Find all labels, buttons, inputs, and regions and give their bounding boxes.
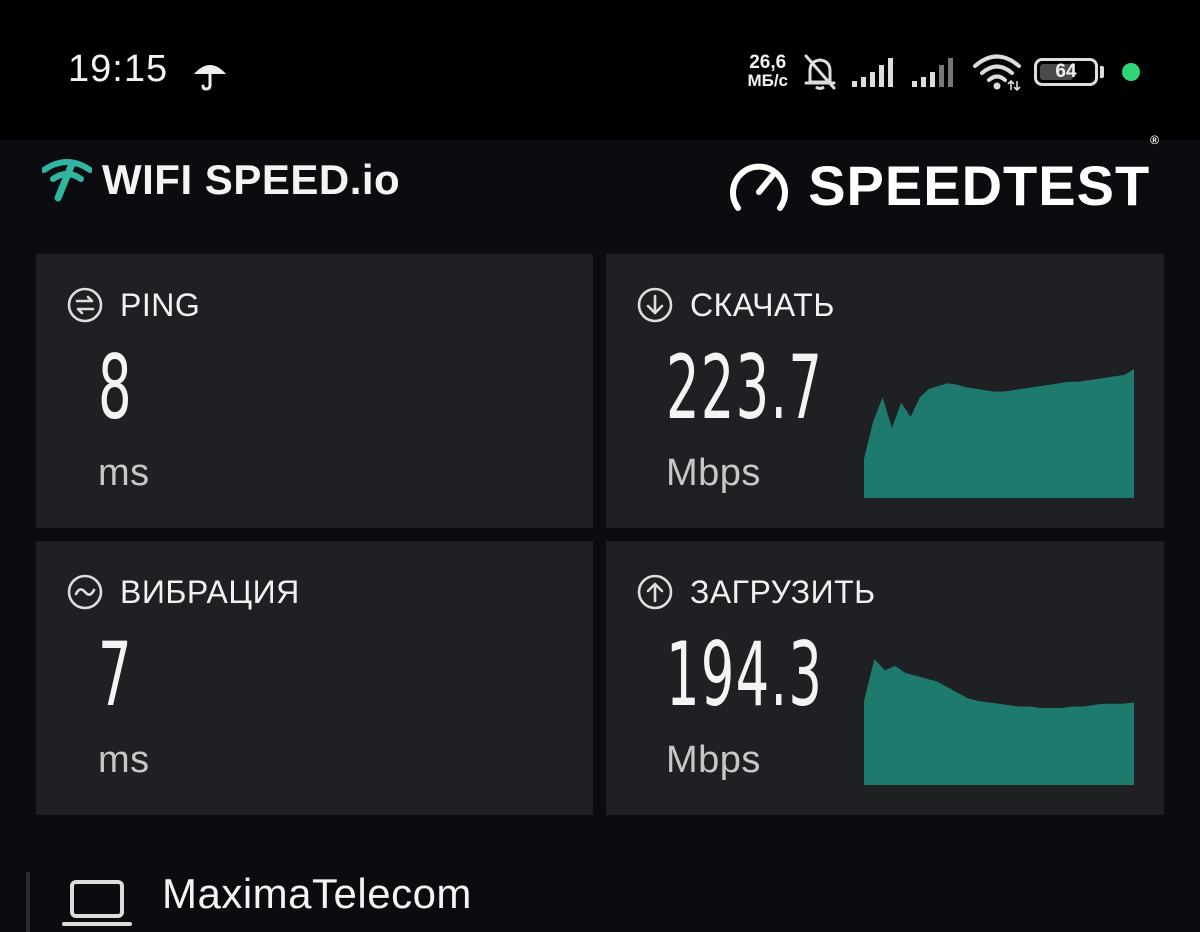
jitter-card: ВИБРАЦИЯ 7 ms bbox=[36, 541, 593, 815]
jitter-value: 7 bbox=[98, 623, 133, 726]
status-dot bbox=[1122, 63, 1140, 81]
jitter-label: ВИБРАЦИЯ bbox=[120, 573, 300, 610]
wifi-brand-text: WIFI SPEED.io bbox=[102, 156, 401, 203]
upload-card: ЗАГРУЗИТЬ 194.3 Mbps bbox=[606, 541, 1164, 815]
battery-icon: 64 bbox=[1034, 58, 1098, 86]
network-speed-value: 26,6 bbox=[749, 52, 787, 73]
speedtest-brand-text: SPEEDTEST ® bbox=[808, 133, 1160, 218]
upload-graph-area bbox=[864, 659, 1134, 785]
ping-label: PING bbox=[120, 286, 201, 323]
upload-value: 194.3 bbox=[666, 623, 824, 726]
upload-unit: Mbps bbox=[666, 739, 761, 781]
signal-icon bbox=[912, 58, 953, 87]
jitter-unit: ms bbox=[98, 739, 150, 781]
bell-muted-icon bbox=[804, 54, 836, 90]
download-card: СКАЧАТЬ 223.7 Mbps bbox=[606, 254, 1164, 528]
ping-card: PING 8 ms bbox=[36, 254, 593, 528]
signal-icon bbox=[852, 58, 893, 87]
speedtest-logo: SPEEDTEST ® bbox=[728, 133, 1160, 220]
upload-speed-graph bbox=[864, 659, 1134, 785]
speedtest-brand-word: SPEEDTEST bbox=[808, 153, 1151, 217]
download-label: СКАЧАТЬ bbox=[690, 286, 835, 323]
wifi-speed-logo: WIFI SPEED.io bbox=[42, 150, 400, 210]
network-speed-indicator: 26,6 МБ/с bbox=[747, 52, 788, 90]
download-header: СКАЧАТЬ bbox=[636, 286, 835, 324]
speedometer-icon bbox=[730, 163, 789, 211]
upload-header: ЗАГРУЗИТЬ bbox=[636, 573, 876, 611]
download-unit: Mbps bbox=[666, 452, 761, 494]
upload-label: ЗАГРУЗИТЬ bbox=[690, 573, 876, 610]
ping-header: PING bbox=[66, 286, 200, 324]
scroll-indicator bbox=[26, 872, 30, 932]
status-icons: 26,6 МБ/с 64 bbox=[747, 50, 1140, 94]
battery-nub bbox=[1100, 66, 1104, 78]
status-bar: 19:15 26,6 МБ/с 64 bbox=[0, 0, 1200, 140]
wifi-icon bbox=[973, 54, 1021, 91]
network-name: MaximaTelecom bbox=[162, 870, 472, 917]
jitter-header: ВИБРАЦИЯ bbox=[66, 573, 300, 611]
registered-mark: ® bbox=[1150, 132, 1160, 147]
status-time: 19:15 bbox=[68, 48, 169, 90]
ping-icon bbox=[67, 287, 103, 323]
network-speed-unit: МБ/с bbox=[747, 71, 788, 90]
download-speed-graph bbox=[864, 369, 1134, 498]
jitter-wave-icon bbox=[67, 574, 103, 610]
battery-level: 64 bbox=[1055, 61, 1077, 82]
ping-value: 8 bbox=[98, 336, 133, 439]
umbrella-icon bbox=[194, 65, 226, 91]
upload-arrow-icon bbox=[637, 574, 673, 610]
download-arrow-icon bbox=[637, 287, 673, 323]
wifi-logo-icon bbox=[42, 159, 92, 202]
ping-unit: ms bbox=[98, 452, 150, 494]
download-value: 223.7 bbox=[666, 336, 824, 439]
download-graph-area bbox=[864, 369, 1134, 498]
network-info-row[interactable]: MaximaTelecom bbox=[0, 850, 1200, 932]
laptop-icon bbox=[62, 880, 132, 926]
